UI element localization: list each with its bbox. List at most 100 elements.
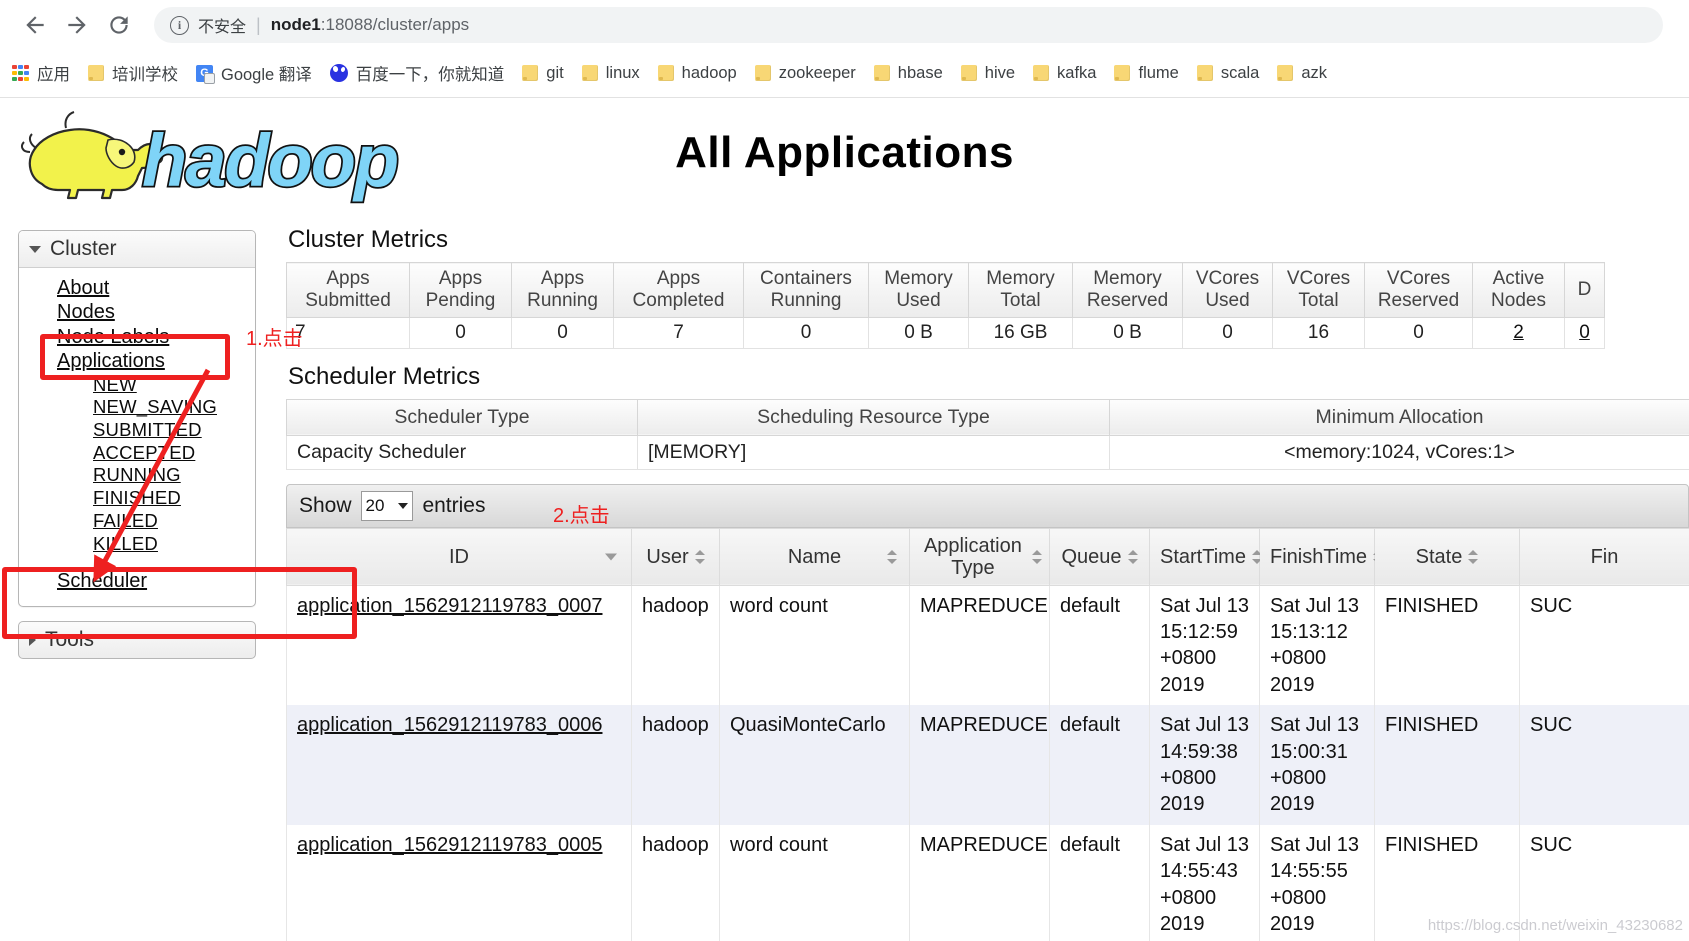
th-final-status-label: Fin <box>1590 545 1619 568</box>
cluster-panel-body: About Nodes Node Labels Applications NEW… <box>19 268 255 606</box>
th-user-label: User <box>646 545 689 568</box>
th-id[interactable]: ID <box>286 527 632 586</box>
chevron-right-icon <box>29 633 36 646</box>
bookmark-google-translate[interactable]: G Google 翻译 <box>196 61 312 85</box>
bookmark-label: 培训学校 <box>112 66 178 84</box>
td-memory-used: 0 B <box>868 317 969 349</box>
applications-header-row: ID User Name Application Type Queue Star… <box>286 527 1689 586</box>
tools-panel: Tools <box>18 620 256 659</box>
bookmark-zookeeper[interactable]: zookeeper <box>754 63 856 83</box>
sidebar-item-submitted[interactable]: SUBMITTED <box>19 419 255 442</box>
cluster-metrics-table: Apps Submitted Apps Pending Apps Running… <box>286 262 1605 349</box>
th-active-nodes: Active Nodes <box>1472 262 1565 318</box>
application-id-link[interactable]: application_1562912119783_0007 <box>297 595 602 617</box>
folder-icon <box>873 65 890 81</box>
sidebar-item-new-saving[interactable]: NEW_SAVING <box>19 396 255 419</box>
bookmark-hbase[interactable]: hbase <box>873 63 943 83</box>
th-user[interactable]: User <box>631 527 720 586</box>
page-size-select[interactable]: 20 <box>360 490 414 521</box>
cell-name: word count <box>719 824 910 941</box>
th-start-time[interactable]: StartTime <box>1149 527 1262 586</box>
sidebar-item-nodes[interactable]: Nodes <box>19 300 255 324</box>
th-queue[interactable]: Queue <box>1049 527 1150 586</box>
bookmark-label: Google 翻译 <box>221 66 312 84</box>
active-nodes-link[interactable]: 2 <box>1513 322 1524 343</box>
apps-grid-icon <box>12 64 29 82</box>
th-scheduler-type: Scheduler Type <box>286 398 638 436</box>
td-vcores-used: 0 <box>1182 317 1273 349</box>
address-bar[interactable]: i 不安全 | node1:18088/cluster/apps <box>154 7 1663 43</box>
sidebar-item-running[interactable]: RUNNING <box>19 464 255 487</box>
sort-icon <box>1127 549 1138 565</box>
bookmark-label: zookeeper <box>778 63 856 82</box>
td-containers-running: 0 <box>743 317 869 349</box>
reload-icon[interactable] <box>98 4 140 46</box>
th-minimum-allocation: Minimum Allocation <box>1109 398 1689 436</box>
th-final-status[interactable]: Fin <box>1519 527 1689 586</box>
bookmark-hive[interactable]: hive <box>960 64 1015 83</box>
cell-application-type: MAPREDUCE <box>909 585 1050 706</box>
sidebar-item-new[interactable]: NEW <box>19 374 255 397</box>
th-apps-completed: Apps Completed <box>613 262 744 318</box>
bookmark-baidu[interactable]: 百度一下，你就知道 <box>329 61 504 85</box>
cell-id[interactable]: application_1562912119783_0007 <box>286 585 632 706</box>
decommissioned-nodes-link[interactable]: 0 <box>1579 322 1590 343</box>
bookmark-peixunxuexiao[interactable]: 培训学校 <box>88 61 178 85</box>
sidebar-item-killed[interactable]: KILLED <box>19 533 255 556</box>
omnibox-divider: | <box>256 14 261 35</box>
datatable-toolbar: Show 20 entries <box>286 483 1689 528</box>
sidebar-item-scheduler[interactable]: Scheduler <box>19 569 255 593</box>
navigation-bar: i 不安全 | node1:18088/cluster/apps <box>0 0 1689 50</box>
th-state-label: State <box>1415 545 1463 568</box>
th-name[interactable]: Name <box>719 527 910 586</box>
chevron-down-icon <box>398 502 409 509</box>
cell-start-time: Sat Jul 13 14:55:43 +0800 2019 <box>1149 824 1260 941</box>
table-row[interactable]: application_1562912119783_0006 hadoop Qu… <box>286 705 1689 825</box>
sidebar-item-applications[interactable]: Applications <box>19 349 255 373</box>
bookmark-kafka[interactable]: kafka <box>1033 64 1096 83</box>
th-vcores-reserved: VCores Reserved <box>1364 262 1473 318</box>
cluster-panel-title: Cluster <box>50 237 117 260</box>
bookmark-apps[interactable]: 应用 <box>12 61 70 85</box>
bookmark-azk[interactable]: azk <box>1277 64 1327 83</box>
th-finish-time[interactable]: FinishTime <box>1259 527 1384 586</box>
cluster-panel-header[interactable]: Cluster <box>19 231 255 268</box>
sidebar-item-about[interactable]: About <box>19 276 255 300</box>
cell-id[interactable]: application_1562912119783_0005 <box>286 824 632 941</box>
bookmark-linux[interactable]: linux <box>581 64 640 83</box>
sort-icon <box>694 549 705 565</box>
th-application-type[interactable]: Application Type <box>909 527 1050 586</box>
folder-icon <box>1196 65 1213 81</box>
td-active-nodes: 2 <box>1472 317 1565 349</box>
cluster-metrics-title: Cluster Metrics <box>288 226 449 253</box>
forward-icon[interactable] <box>56 4 98 46</box>
bookmark-label: hbase <box>897 63 943 82</box>
application-id-link[interactable]: application_1562912119783_0006 <box>297 714 602 736</box>
cell-id[interactable]: application_1562912119783_0006 <box>286 705 632 825</box>
bookmark-scala[interactable]: scala <box>1196 64 1259 83</box>
info-icon[interactable]: i <box>170 15 189 35</box>
scheduler-metrics-title: Scheduler Metrics <box>288 362 481 390</box>
application-id-link[interactable]: application_1562912119783_0005 <box>297 834 602 856</box>
tools-panel-header[interactable]: Tools <box>18 620 256 659</box>
sort-icon <box>887 549 897 565</box>
th-id-label: ID <box>449 545 469 568</box>
bookmark-flume[interactable]: flume <box>1114 64 1179 83</box>
bookmark-label: git <box>546 63 564 82</box>
cell-name: QuasiMonteCarlo <box>719 705 910 825</box>
browser-chrome: i 不安全 | node1:18088/cluster/apps 应用 培训学校 <box>0 0 1689 97</box>
folder-icon <box>88 65 104 81</box>
sidebar-item-accepted[interactable]: ACCEPTED <box>19 442 255 465</box>
sidebar-item-node-labels[interactable]: Node Labels <box>19 325 255 349</box>
th-state[interactable]: State <box>1374 527 1520 586</box>
scheduler-header-row: Scheduler Type Scheduling Resource Type … <box>286 398 1689 436</box>
sidebar-item-finished[interactable]: FINISHED <box>19 487 255 510</box>
browser-window: i 不安全 | node1:18088/cluster/apps 应用 培训学校 <box>0 0 1689 941</box>
table-row[interactable]: application_1562912119783_0007 hadoop wo… <box>286 585 1689 706</box>
th-application-type-label: Application Type <box>923 534 1022 579</box>
back-icon[interactable] <box>14 4 56 46</box>
bookmark-git[interactable]: git <box>522 63 564 83</box>
sidebar-item-failed[interactable]: FAILED <box>19 510 255 533</box>
scheduler-metrics-section: Scheduler Metrics Scheduler Type Schedul… <box>286 363 1689 470</box>
bookmark-hadoop[interactable]: hadoop <box>657 64 737 83</box>
